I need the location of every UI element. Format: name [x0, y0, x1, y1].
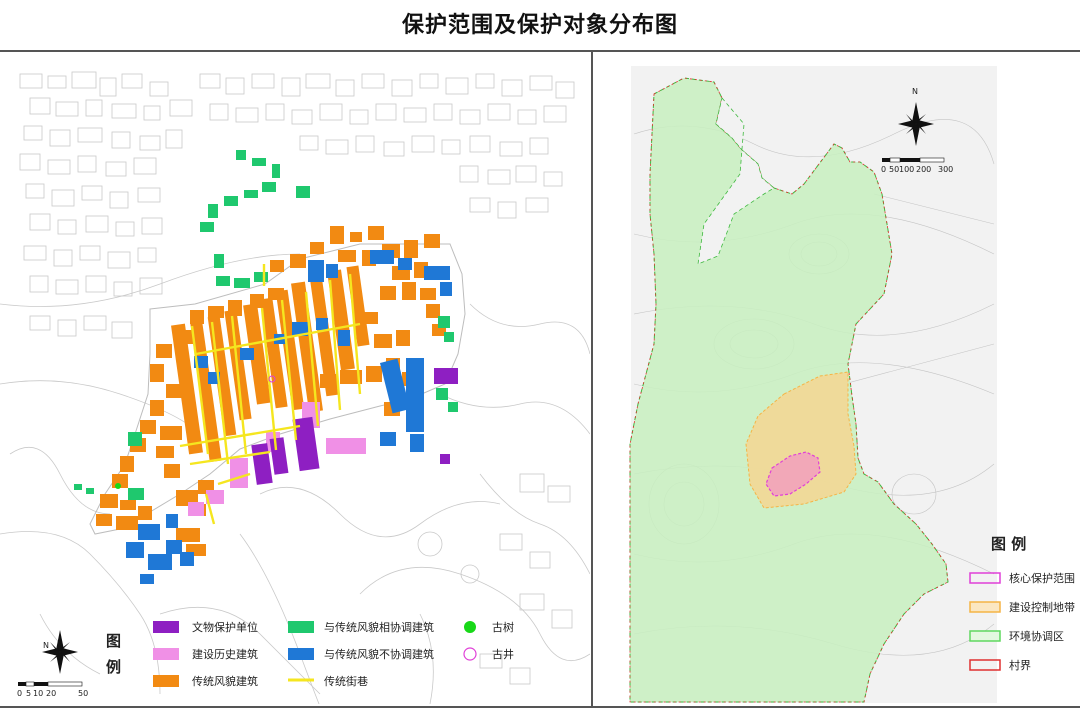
scale-bar: 0 5 10 20 50 — [17, 681, 88, 698]
left-legend: 文物保护单位 建设历史建筑 传统风貌建筑 与传统风貌相协调建筑 与传统风貌不协调… — [153, 620, 514, 688]
north-label-small: N — [43, 641, 49, 650]
scale-label-0: 0 — [17, 689, 22, 698]
scale-label-r300: 300 — [938, 165, 953, 174]
legend-label-relic: 文物保护单位 — [192, 620, 258, 634]
left-map-canvas: N 0 5 10 20 50 图 例 文物保护单位 建设历史建筑 传统风貌建筑 … — [0, 71, 590, 704]
scale-label-50: 50 — [78, 689, 88, 698]
bottom-border — [0, 706, 1080, 708]
legend-label-core: 核心保护范围 — [1009, 571, 1075, 585]
legend-swatch-historic — [153, 648, 179, 660]
legend-swatch-tree — [464, 621, 476, 633]
legend-label-tree: 古树 — [492, 620, 514, 634]
north-label-right: N — [912, 87, 918, 96]
legend-swatch-well — [463, 647, 477, 661]
scale-label-r200: 200 — [916, 165, 931, 174]
right-map-canvas: N 0 50 100 200 300 图 例 核心保护范围 建设控制地带 环境协… — [629, 66, 1075, 703]
legend-label-traditional: 传统风貌建筑 — [192, 674, 258, 688]
scale-label-r50: 50 — [889, 165, 899, 174]
scale-bar-right: 0 50 100 200 300 — [881, 157, 953, 174]
left-map-panel: N 0 5 10 20 50 图 例 文物保护单位 建设历史建筑 传统风貌建筑 … — [0, 54, 590, 704]
north-arrow-icon — [42, 630, 78, 674]
legend-label-control: 建设控制地带 — [1009, 600, 1075, 614]
ancient-tree-marker — [115, 483, 121, 489]
legend-label-coordinated: 与传统风貌相协调建筑 — [324, 620, 434, 634]
legend-swatch-noncoordinated — [288, 648, 314, 660]
legend-label-street: 传统街巷 — [324, 674, 368, 688]
legend-label-boundary: 村界 — [1009, 658, 1031, 672]
legend-swatch-environment — [969, 630, 1001, 642]
legend-swatch-traditional — [153, 675, 179, 687]
panel-divider — [591, 52, 593, 706]
legend-label-noncoordinated: 与传统风貌不协调建筑 — [324, 647, 434, 661]
scale-label-r100: 100 — [899, 165, 914, 174]
legend-title-1: 图 — [106, 632, 121, 650]
scale-label-10: 10 — [33, 689, 43, 698]
scale-label-20: 20 — [46, 689, 56, 698]
legend-title-2: 例 — [106, 658, 121, 676]
right-map-panel: N 0 50 100 200 300 图 例 核心保护范围 建设控制地带 环境协… — [594, 54, 1080, 704]
legend-label-well: 古井 — [492, 647, 514, 661]
scale-label-r0: 0 — [881, 165, 886, 174]
scale-label-5: 5 — [26, 689, 31, 698]
map-title: 保护范围及保护对象分布图 — [401, 13, 678, 38]
right-legend-title: 图 例 — [991, 535, 1026, 553]
legend-swatch-control — [969, 601, 1001, 613]
legend-swatch-relic — [153, 621, 179, 633]
legend-label-environment: 环境协调区 — [1009, 629, 1064, 643]
legend-swatch-coordinated — [288, 621, 314, 633]
legend-label-historic: 建设历史建筑 — [192, 647, 258, 661]
